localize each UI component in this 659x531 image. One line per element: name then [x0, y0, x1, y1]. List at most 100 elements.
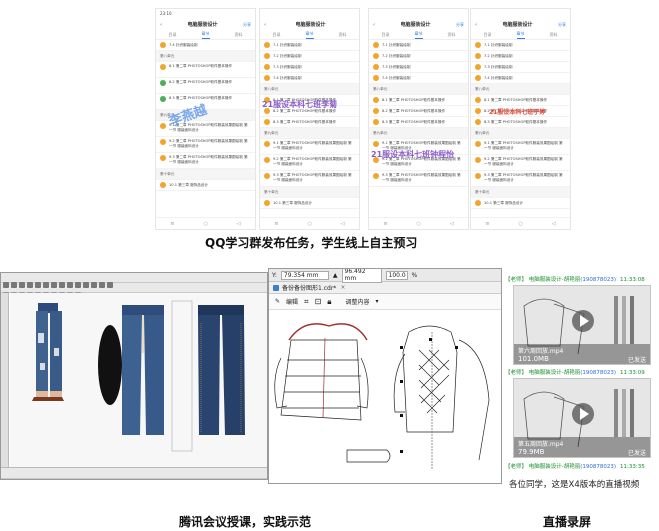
play-icon[interactable] [572, 310, 594, 332]
tab-0[interactable]: 目录 [484, 32, 492, 38]
chapter-item[interactable]: 8.1 第二章 PHOTOSHOP软件基本操作 [260, 95, 359, 106]
chapter-item[interactable]: 7.4 针织服装绘制 [471, 73, 570, 84]
edit-button[interactable]: 编辑 [286, 297, 298, 306]
menu-bar[interactable] [1, 273, 267, 288]
chapter-item[interactable]: 9.2 第二章 PHOTOSHOP软件服装效果图绘制 第一节 服装面料设计 [471, 155, 570, 171]
chapter-item[interactable]: 9.2 第二章 PHOTOSHOP软件服装效果图绘制 第一节 服装面料设计 [260, 155, 359, 171]
chapter-item[interactable]: 9.3 第二章 PHOTOSHOP软件服装效果图绘制 第一节 服装面料设计 [471, 171, 570, 187]
unit-header[interactable]: 第十单元 [471, 187, 570, 198]
tab-0[interactable]: 目录 [273, 32, 281, 38]
share-button[interactable]: 分享 [558, 22, 566, 28]
y-position-field[interactable]: 96.492 mm [341, 269, 382, 283]
unit-header[interactable]: 第九单元 [369, 128, 468, 139]
property-bar[interactable] [1, 283, 267, 298]
chevron-down-icon[interactable]: ▾ [376, 298, 379, 305]
chapter-item[interactable]: 9.3 第二章 PHOTOSHOP软件服装效果图绘制 第一节 服装面料设计 [156, 153, 255, 169]
chapter-item[interactable]: 8.3 第二章 PHOTOSHOP软件基本操作 [369, 117, 468, 128]
unit-header[interactable]: 第九单元 [156, 110, 255, 121]
chapter-item[interactable]: 8.1 第二章 PHOTOSHOP软件基本操作 [369, 95, 468, 106]
chapter-item[interactable]: 7.1 针织服装绘制 [260, 40, 359, 51]
video-file-card[interactable]: 第五周回放.mp4 79.9MB 已发送 [513, 378, 651, 458]
chapter-item[interactable]: 7.3 针织服装绘制 [369, 62, 468, 73]
share-button[interactable]: 分享 [243, 22, 251, 28]
crop-icon[interactable]: ⌗ [304, 297, 309, 307]
chapter-item[interactable]: 8.1 第二章 PHOTOSHOP软件基本操作 [471, 95, 570, 106]
back-icon[interactable]: ‹ [160, 22, 162, 28]
chapter-item[interactable]: 8.2 第二章 PHOTOSHOP软件基本操作 [260, 106, 359, 117]
chapter-item[interactable]: 7.1 针织服装绘制 [369, 40, 468, 51]
document-tab[interactable]: 备份备份图形1.cdr* [282, 283, 336, 292]
back-nav-icon[interactable]: ◁ [552, 221, 556, 227]
adjust-content-button[interactable]: 调整内容 [346, 297, 370, 306]
tab-1[interactable]: 章节 [305, 31, 314, 39]
back-icon[interactable]: ‹ [373, 22, 375, 28]
chapter-item[interactable]: 9.1 第二章 PHOTOSHOP软件服装效果图绘制 第一节 服装面料设计 [369, 139, 468, 155]
chapter-item[interactable]: 8.1 第二章 PHOTOSHOP软件基本操作 [156, 62, 255, 78]
chapter-item[interactable]: 8.3 第二章 PHOTOSHOP软件基本操作 [260, 117, 359, 128]
pencil-icon[interactable]: ✎ [275, 298, 280, 305]
back-nav-icon[interactable]: ◁ [237, 221, 241, 227]
toolbox[interactable] [1, 293, 9, 467]
unit-header[interactable]: 第八单元 [471, 84, 570, 95]
tab-2[interactable]: 资料 [235, 32, 243, 38]
chapter-item[interactable]: 7.4 针织服装绘制 [369, 73, 468, 84]
chapter-item[interactable]: 7.2 针织服装绘制 [471, 51, 570, 62]
back-nav-icon[interactable]: ◁ [450, 221, 454, 227]
chapter-item[interactable]: 9.3 第二章 PHOTOSHOP软件服装效果图绘制 第一节 服装面料设计 [260, 171, 359, 187]
chapter-item[interactable]: 9.3 第二章 PHOTOSHOP软件服装效果图绘制 第一节 服装面料设计 [369, 171, 468, 187]
chapter-item[interactable]: 7.1 针织服装绘制 [471, 40, 570, 51]
chapter-item[interactable]: 8.2 第二章 PHOTOSHOP软件基本操作 [369, 106, 468, 117]
sender-qq-link[interactable]: (190878023) [580, 277, 616, 283]
chapter-item[interactable]: 8.3 第二章 PHOTOSHOP软件基本操作 [156, 94, 255, 110]
menu-icon[interactable]: ≡ [485, 221, 489, 227]
share-button[interactable]: 分享 [456, 22, 464, 28]
play-icon[interactable] [572, 403, 594, 425]
chapter-item[interactable]: 7.2 针织服装绘制 [260, 51, 359, 62]
back-nav-icon[interactable]: ◁ [341, 221, 345, 227]
unit-header[interactable]: 第九单元 [260, 128, 359, 139]
resize-icon[interactable]: ⊡ [315, 297, 322, 306]
tab-1[interactable]: 章节 [414, 31, 423, 39]
chapter-item[interactable]: 8.3 第二章 PHOTOSHOP软件基本操作 [471, 117, 570, 128]
video-file-card[interactable]: 第六周回放.mp4 101.0MB 已发送 [513, 285, 651, 365]
drawing-canvas[interactable] [269, 310, 501, 483]
tab-0[interactable]: 目录 [382, 32, 390, 38]
chapter-item[interactable]: 10.1 第三章 服饰品设计 [471, 198, 570, 209]
tab-1[interactable]: 章节 [516, 31, 525, 39]
scale-field[interactable]: 100.0 [385, 270, 408, 280]
unit-header[interactable]: 第十单元 [156, 169, 255, 180]
chapter-item[interactable]: 7.4 针织服装绘制 [260, 73, 359, 84]
chapter-item[interactable]: 9.2 第二章 PHOTOSHOP软件服装效果图绘制 第一节 服装面料设计 [369, 155, 468, 171]
unit-header[interactable]: 第十单元 [260, 187, 359, 198]
menu-icon[interactable]: ≡ [383, 221, 387, 227]
chapter-item[interactable]: 9.2 第二章 PHOTOSHOP软件服装效果图绘制 第一节 服装面料设计 [156, 137, 255, 153]
unit-header[interactable]: 第八单元 [369, 84, 468, 95]
tab-1[interactable]: 章节 [201, 31, 210, 39]
chapter-item[interactable]: 7.2 针织服装绘制 [369, 51, 468, 62]
back-icon[interactable]: ‹ [264, 22, 266, 28]
menu-icon[interactable]: ≡ [274, 221, 278, 227]
tab-2[interactable]: 资料 [550, 32, 558, 38]
chapter-item[interactable]: 8.2 第二章 PHOTOSHOP软件基本操作 [471, 106, 570, 117]
chapter-item[interactable]: 9.1 第二章 PHOTOSHOP软件服装效果图绘制 第一节 服装面料设计 [260, 139, 359, 155]
chapter-item[interactable]: 8.2 第二章 PHOTOSHOP软件基本操作 [156, 78, 255, 94]
tab-0[interactable]: 目录 [169, 32, 177, 38]
chapter-item[interactable]: 7.3 针织服装绘制 [471, 62, 570, 73]
menu-icon[interactable]: ≡ [170, 221, 174, 227]
home-icon[interactable]: ○ [307, 221, 311, 227]
back-icon[interactable]: ‹ [475, 22, 477, 28]
chapter-item[interactable]: 9.1 第二章 PHOTOSHOP软件服装效果图绘制 第一节 服装面料设计 [471, 139, 570, 155]
home-icon[interactable]: ○ [518, 221, 522, 227]
chapter-item[interactable]: 7.4 针织服装绘制 [156, 40, 255, 51]
chapter-item[interactable]: 10.1 第三章 服饰品设计 [260, 198, 359, 209]
chapter-item[interactable]: 10.1 第三章 服饰品设计 [156, 180, 255, 191]
canvas[interactable] [10, 293, 267, 467]
tab-2[interactable]: 资料 [339, 32, 347, 38]
x-position-field[interactable]: 79.354 mm [280, 270, 329, 280]
unit-header[interactable]: 第八单元 [156, 51, 255, 62]
home-icon[interactable]: ○ [203, 221, 207, 227]
chapter-item[interactable]: 9.1 第二章 PHOTOSHOP软件服装效果图绘制 第一节 服装面料设计 [156, 121, 255, 137]
tab-2[interactable]: 资料 [448, 32, 456, 38]
unit-header[interactable]: 第九单元 [471, 128, 570, 139]
unit-header[interactable]: 第八单元 [260, 84, 359, 95]
